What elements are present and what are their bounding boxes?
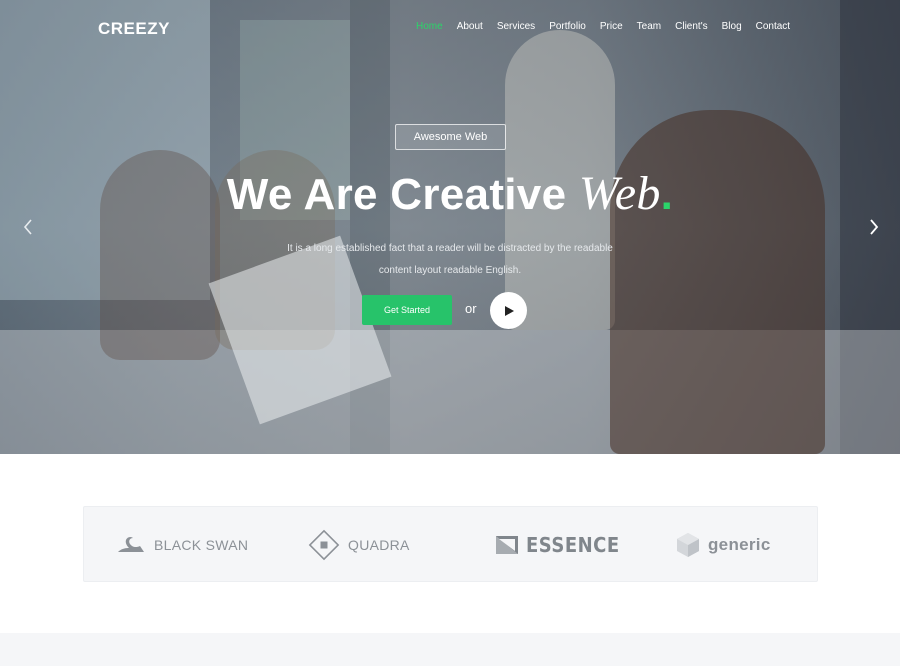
hero-section: CREEZY Home About Services Portfolio Pri… [0, 0, 900, 454]
play-video-button[interactable] [490, 292, 527, 329]
nav-item-contact[interactable]: Contact [756, 21, 790, 32]
cube-icon [677, 533, 699, 557]
play-icon [505, 305, 514, 316]
hero-subtitle: It is a long established fact that a rea… [250, 238, 650, 282]
client-logo-black-swan[interactable]: BLACK SWAN [116, 507, 248, 583]
nav-item-about[interactable]: About [457, 21, 483, 32]
get-started-button[interactable]: Get Started [362, 295, 452, 325]
nav-item-portfolio[interactable]: Portfolio [549, 21, 586, 32]
slider-prev-button[interactable] [20, 217, 36, 237]
client-name: ESSENCE [526, 533, 620, 557]
hero-headline: We Are Creative Web. [0, 166, 900, 221]
or-label: or [465, 301, 477, 316]
nav-item-team[interactable]: Team [637, 21, 661, 32]
nav-item-price[interactable]: Price [600, 21, 623, 32]
flag-icon [496, 536, 518, 554]
next-section-strip [0, 633, 900, 666]
headline-dot: . [660, 170, 674, 219]
brand-logo[interactable]: CREEZY [98, 19, 170, 39]
chevron-left-icon [23, 219, 32, 235]
client-name: BLACK SWAN [154, 537, 249, 553]
logo-wordmark: CREEZY [98, 19, 170, 38]
swan-icon [118, 536, 144, 552]
chevron-right-icon [870, 219, 879, 235]
headline-main: We Are Creative [226, 170, 579, 219]
client-name: generic [708, 535, 771, 554]
client-logos: BLACK SWAN QUADRA ESSENCE generic [83, 506, 818, 582]
diamond-square-icon [308, 529, 340, 561]
headline-script: Web [578, 167, 661, 220]
nav-item-clients[interactable]: Client's [675, 21, 707, 32]
main-nav: Home About Services Portfolio Price Team… [416, 21, 790, 32]
client-logo-generic[interactable]: generic [676, 507, 771, 583]
slider-next-button[interactable] [866, 217, 882, 237]
background-person [610, 110, 825, 454]
hero-badge: Awesome Web [395, 124, 506, 150]
subtitle-line: content layout readable English. [378, 265, 522, 276]
nav-item-services[interactable]: Services [497, 21, 535, 32]
nav-item-blog[interactable]: Blog [722, 21, 742, 32]
nav-item-home[interactable]: Home [416, 21, 443, 32]
client-logo-quadra[interactable]: QUADRA [308, 507, 410, 583]
client-name: QUADRA [348, 537, 410, 553]
subtitle-line: It is a long established fact that a rea… [287, 243, 613, 254]
client-logo-essence[interactable]: ESSENCE [496, 507, 620, 583]
